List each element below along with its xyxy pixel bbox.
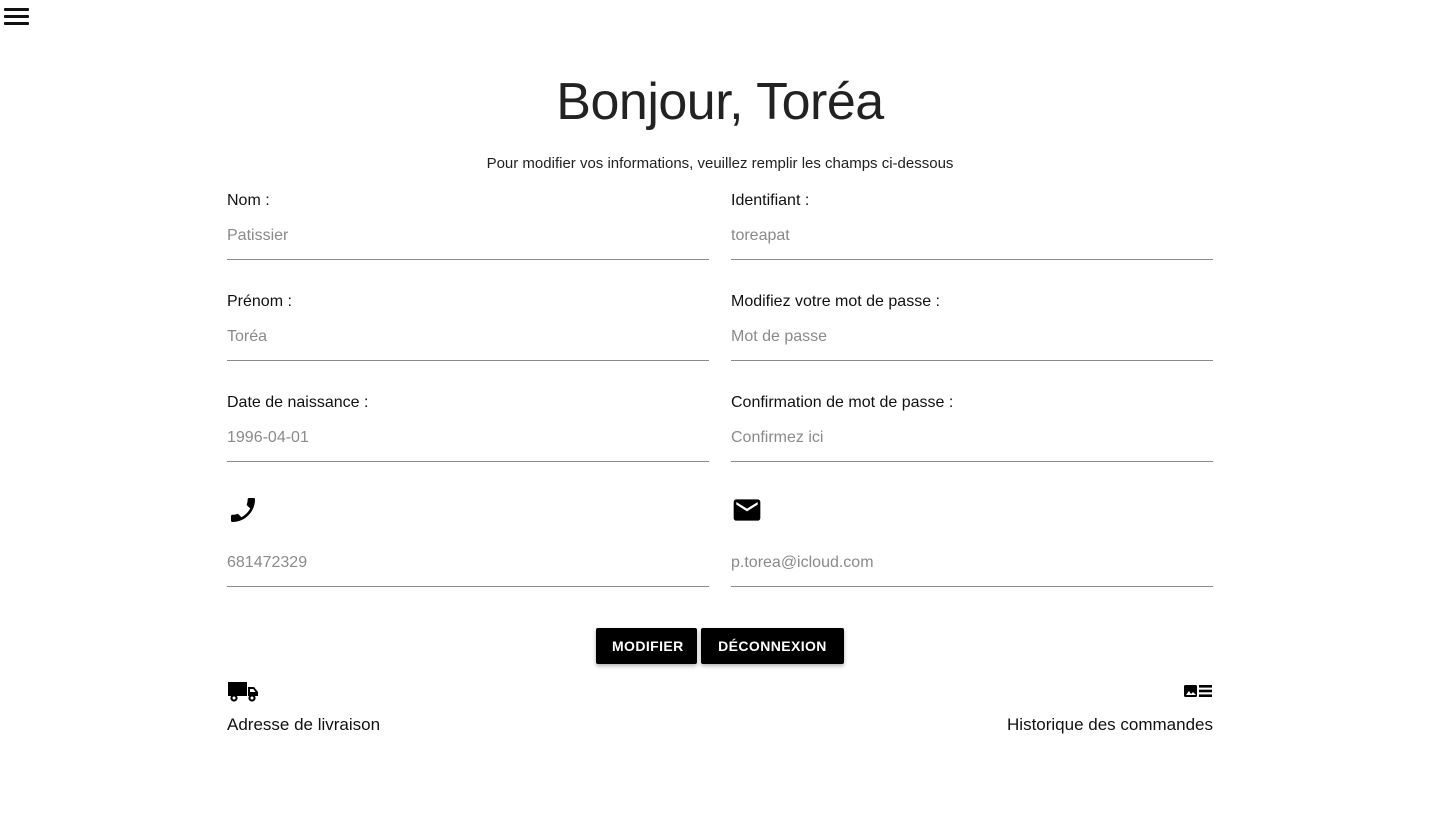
- password-input[interactable]: [731, 326, 1213, 361]
- confirm-password-field-group: Confirmation de mot de passe :: [731, 393, 1213, 462]
- prenom-label: Prénom :: [227, 293, 292, 310]
- confirm-password-label: Confirmation de mot de passe :: [731, 394, 954, 411]
- hamburger-menu-icon[interactable]: [4, 6, 30, 26]
- confirm-password-input[interactable]: [731, 427, 1213, 462]
- logout-button[interactable]: DÉCONNEXION: [701, 628, 844, 664]
- order-history-icon: [1183, 680, 1213, 709]
- prenom-input[interactable]: [227, 326, 709, 361]
- identifiant-field-group: Identifiant :: [731, 191, 1213, 260]
- password-field-group: Modifiez votre mot de passe :: [731, 292, 1213, 361]
- order-history-label: Historique des commandes: [1007, 715, 1213, 734]
- birthdate-label: Date de naissance :: [227, 394, 369, 411]
- phone-icon: [227, 494, 259, 526]
- phone-input[interactable]: [227, 552, 709, 587]
- nom-label: Nom :: [227, 192, 270, 209]
- delivery-address-label: Adresse de livraison: [227, 715, 381, 734]
- email-input[interactable]: [731, 552, 1213, 587]
- truck-icon: [227, 682, 259, 708]
- identifiant-input[interactable]: [731, 225, 1213, 260]
- delivery-address-link[interactable]: Adresse de livraison: [227, 680, 380, 735]
- nom-input[interactable]: [227, 225, 709, 260]
- prenom-field-group: Prénom :: [227, 292, 709, 361]
- password-label: Modifiez votre mot de passe :: [731, 293, 940, 310]
- modifier-button[interactable]: MODIFIER: [596, 628, 697, 664]
- nom-field-group: Nom :: [227, 191, 709, 260]
- page-subtitle: Pour modifier vos informations, veuillez…: [486, 155, 954, 172]
- page-title: Bonjour, Toréa: [556, 73, 884, 131]
- phone-field-group: [227, 494, 709, 587]
- identifiant-label: Identifiant :: [731, 192, 810, 209]
- email-field-group: [731, 494, 1213, 587]
- email-icon: [731, 494, 763, 526]
- action-buttons: MODIFIER DÉCONNEXION: [596, 628, 844, 664]
- birthdate-input[interactable]: [227, 427, 709, 462]
- birthdate-field-group: Date de naissance :: [227, 393, 709, 462]
- order-history-link[interactable]: Historique des commandes: [1007, 680, 1213, 735]
